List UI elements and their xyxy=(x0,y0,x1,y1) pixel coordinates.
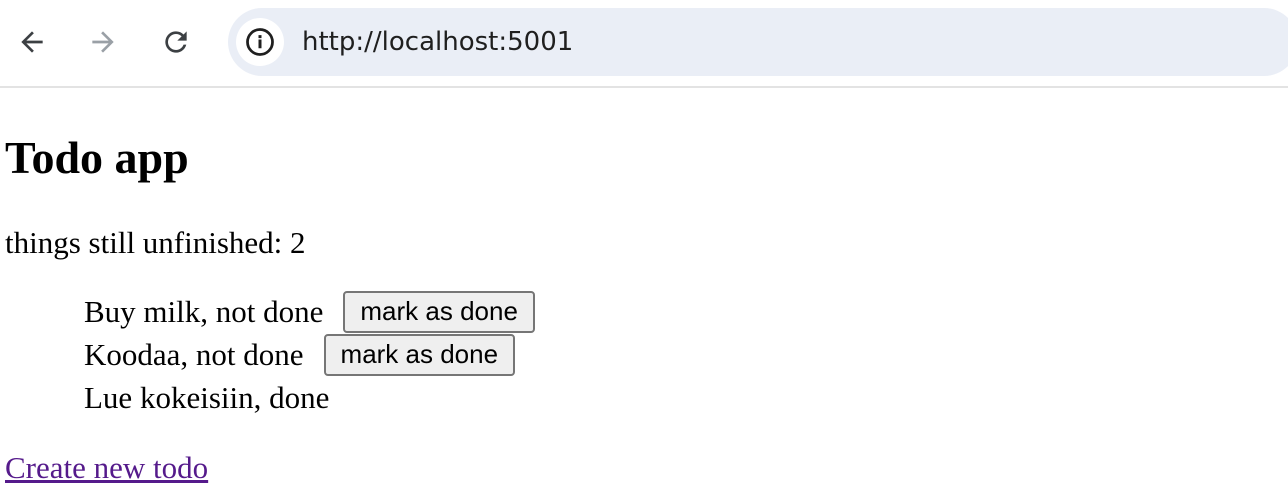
create-new-todo-link[interactable]: Create new todo xyxy=(5,449,208,487)
todo-text: Buy milk, not done xyxy=(84,293,324,329)
page-title: Todo app xyxy=(5,132,189,183)
todo-item: Koodaa, not done mark as done xyxy=(84,333,535,376)
todo-item: Lue kokeisiin, done xyxy=(84,376,535,419)
arrow-right-icon xyxy=(92,31,114,53)
back-button[interactable] xyxy=(12,22,52,62)
todo-list: Buy milk, not done mark as done Koodaa, … xyxy=(84,290,535,419)
unfinished-count: things still unfinished: 2 xyxy=(5,225,306,260)
todo-item: Buy milk, not done mark as done xyxy=(84,290,535,333)
arrow-left-icon xyxy=(21,31,43,53)
todo-text: Lue kokeisiin, done xyxy=(84,379,330,415)
reload-icon xyxy=(165,31,187,53)
address-bar[interactable]: http://localhost:5001 xyxy=(228,8,1288,76)
mark-as-done-button[interactable]: mark as done xyxy=(343,290,535,333)
mark-as-done-button[interactable]: mark as done xyxy=(323,333,516,376)
url-text[interactable]: http://localhost:5001 xyxy=(302,25,573,59)
reload-button[interactable] xyxy=(156,22,196,62)
site-info-button[interactable] xyxy=(236,18,284,66)
forward-button[interactable] xyxy=(83,22,123,62)
page-content: Todo app things still unfinished: 2 Buy … xyxy=(0,90,1288,504)
info-icon xyxy=(246,28,274,56)
todo-text: Koodaa, not done xyxy=(84,336,304,372)
browser-toolbar: http://localhost:5001 xyxy=(0,0,1288,88)
